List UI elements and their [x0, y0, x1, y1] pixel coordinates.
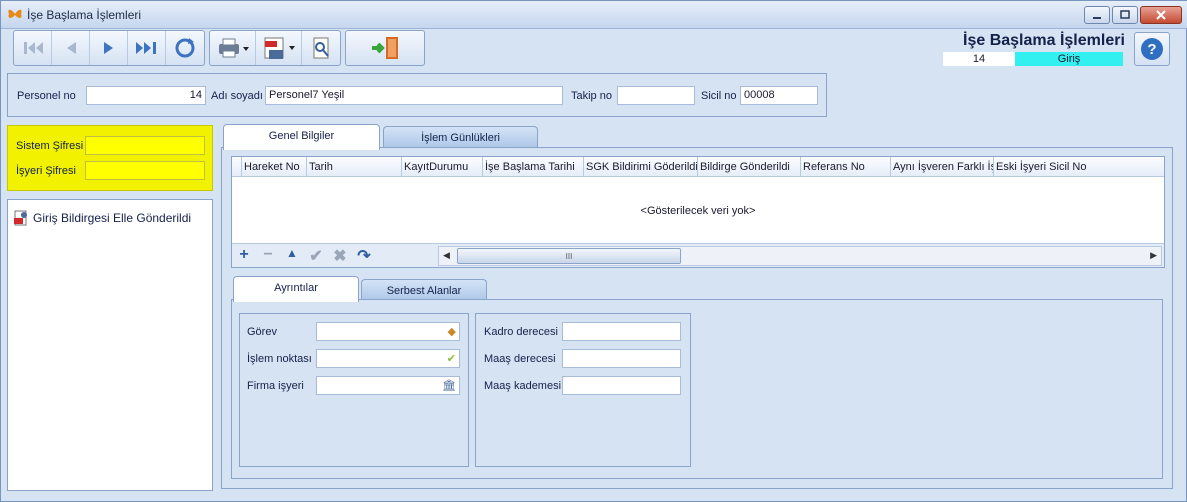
grid-navigator: + − ▲ ✔ ✖ ↷ ◀ III ▶: [232, 243, 1164, 267]
move-up-icon[interactable]: ▲: [282, 246, 302, 266]
checkmark-icon[interactable]: ✔: [447, 351, 456, 368]
building-icon[interactable]: 🏛: [442, 378, 456, 395]
minimize-button[interactable]: [1084, 6, 1110, 24]
islem-noktasi-label: İşlem noktası: [247, 353, 312, 365]
record-number-badge: 14: [943, 52, 1015, 66]
pdf-save-icon: [264, 37, 295, 59]
column-ayni-isveren[interactable]: Aynı İşveren Farklı İş: [891, 157, 994, 176]
refresh-button[interactable]: [166, 31, 204, 65]
column-tarih[interactable]: Tarih: [307, 157, 402, 176]
redo-icon[interactable]: ↷: [354, 246, 374, 266]
svg-text:?: ?: [1147, 41, 1156, 58]
column-hareket-no[interactable]: Hareket No: [242, 157, 307, 176]
firma-isyeri-field[interactable]: 🏛: [316, 376, 460, 395]
column-kayit-durumu[interactable]: KayıtDurumu: [402, 157, 483, 176]
close-button[interactable]: [1140, 6, 1182, 24]
scroll-thumb[interactable]: III: [457, 248, 681, 264]
isyeri-sifresi-label: İşyeri Şifresi: [16, 165, 76, 177]
pdf-save-button[interactable]: [256, 31, 302, 65]
first-record-icon: [23, 42, 43, 54]
tab-ayrintilar[interactable]: Ayrıntılar: [233, 276, 359, 302]
details-right-box: Kadro derecesi Maaş derecesi Maaş kademe…: [475, 313, 691, 467]
grid-header: Hareket No Tarih KayıtDurumu İşe Başlama…: [232, 157, 1164, 177]
column-ise-baslama-tarihi[interactable]: İşe Başlama Tarihi: [483, 157, 584, 176]
adi-soyadi-field[interactable]: Personel7 Yeşil: [265, 86, 563, 105]
maas-derecesi-field[interactable]: [562, 349, 681, 368]
kadro-derecesi-field[interactable]: [562, 322, 681, 341]
first-record-button[interactable]: [14, 31, 52, 65]
details-left-box: Görev ◆ İşlem noktası ✔ Firma işyeri 🏛: [239, 313, 469, 467]
column-bildirge-gonderildi[interactable]: Bildirge Gönderildi: [698, 157, 801, 176]
next-record-button[interactable]: [90, 31, 128, 65]
maas-kademesi-label: Maaş kademesi: [484, 380, 562, 392]
takip-no-field[interactable]: [617, 86, 695, 105]
last-record-icon: [135, 42, 156, 54]
password-panel: Sistem Şifresi İşyeri Şifresi: [7, 125, 213, 191]
empty-grid-message: <Gösterilecek veri yok>: [640, 205, 756, 217]
scroll-right-icon[interactable]: ▶: [1150, 250, 1157, 261]
previous-record-icon: [66, 42, 76, 54]
add-record-icon[interactable]: +: [234, 246, 254, 266]
remove-record-icon[interactable]: −: [258, 246, 278, 266]
page-title: İşe Başlama İşlemleri: [963, 32, 1125, 49]
personnel-info-panel: Personel no 14 Adı soyadı Personel7 Yeşi…: [7, 73, 827, 117]
search-button[interactable]: [302, 31, 340, 65]
sistem-sifresi-label: Sistem Şifresi: [16, 140, 84, 152]
kadro-derecesi-label: Kadro derecesi: [484, 326, 558, 338]
column-sgk-bildirimi[interactable]: SGK Bildirimi Göderildi: [584, 157, 698, 176]
sicil-no-label: Sicil no: [701, 90, 737, 102]
gorev-field[interactable]: ◆: [316, 322, 460, 341]
exit-door-icon: [372, 37, 398, 59]
list-item[interactable]: Giriş Bildirgesi Elle Gönderildi: [13, 210, 191, 226]
islem-noktasi-field[interactable]: ✔: [316, 349, 460, 368]
toolbar: [13, 30, 429, 66]
horizontal-scrollbar[interactable]: ◀ III ▶: [438, 246, 1162, 266]
app-window: İşe Başlama İşlemleri İşe Başlama İşleml…: [0, 0, 1187, 502]
last-record-button[interactable]: [128, 31, 166, 65]
search-icon: [313, 37, 329, 59]
tab-genel-bilgiler[interactable]: Genel Bilgiler: [223, 124, 380, 150]
help-icon: ?: [1141, 38, 1163, 60]
app-butterfly-icon: [8, 9, 22, 18]
sistem-sifresi-field[interactable]: [85, 136, 205, 155]
previous-record-button[interactable]: [52, 31, 90, 65]
next-record-icon: [103, 42, 113, 54]
maas-derecesi-label: Maaş derecesi: [484, 353, 556, 365]
firma-isyeri-label: Firma işyeri: [247, 380, 304, 392]
column-referans-no[interactable]: Referans No: [801, 157, 891, 176]
confirm-icon[interactable]: ✔: [306, 246, 326, 266]
adi-soyadi-label: Adı soyadı: [211, 90, 263, 102]
column-eski-isyeri-sicil-no[interactable]: Eski İşyeri Sicil No: [994, 157, 1164, 176]
action-list-panel: Giriş Bildirgesi Elle Gönderildi: [7, 199, 213, 491]
isyeri-sifresi-field[interactable]: [85, 161, 205, 180]
list-item-label: Giriş Bildirgesi Elle Gönderildi: [33, 211, 192, 225]
personel-no-field[interactable]: 14: [86, 86, 206, 105]
print-button[interactable]: [210, 31, 256, 65]
takip-no-label: Takip no: [571, 90, 612, 102]
pdf-document-icon: [14, 210, 27, 226]
print-icon: [218, 38, 249, 58]
cancel-icon[interactable]: ✖: [330, 246, 350, 266]
gorev-label: Görev: [247, 326, 277, 338]
title-bar: İşe Başlama İşlemleri: [1, 1, 1187, 29]
tag-icon[interactable]: ◆: [448, 324, 456, 341]
window-title: İşe Başlama İşlemleri: [27, 8, 142, 22]
maximize-button[interactable]: [1112, 6, 1138, 24]
exit-button[interactable]: [346, 31, 424, 65]
personel-no-label: Personel no: [17, 90, 76, 102]
refresh-icon: [175, 38, 195, 58]
records-grid: Hareket No Tarih KayıtDurumu İşe Başlama…: [231, 156, 1165, 268]
status-badge: Giriş: [1015, 52, 1123, 66]
maas-kademesi-field[interactable]: [562, 376, 681, 395]
help-button[interactable]: ?: [1134, 32, 1170, 66]
scroll-left-icon[interactable]: ◀: [443, 250, 450, 261]
sicil-no-field[interactable]: 00008: [740, 86, 818, 105]
